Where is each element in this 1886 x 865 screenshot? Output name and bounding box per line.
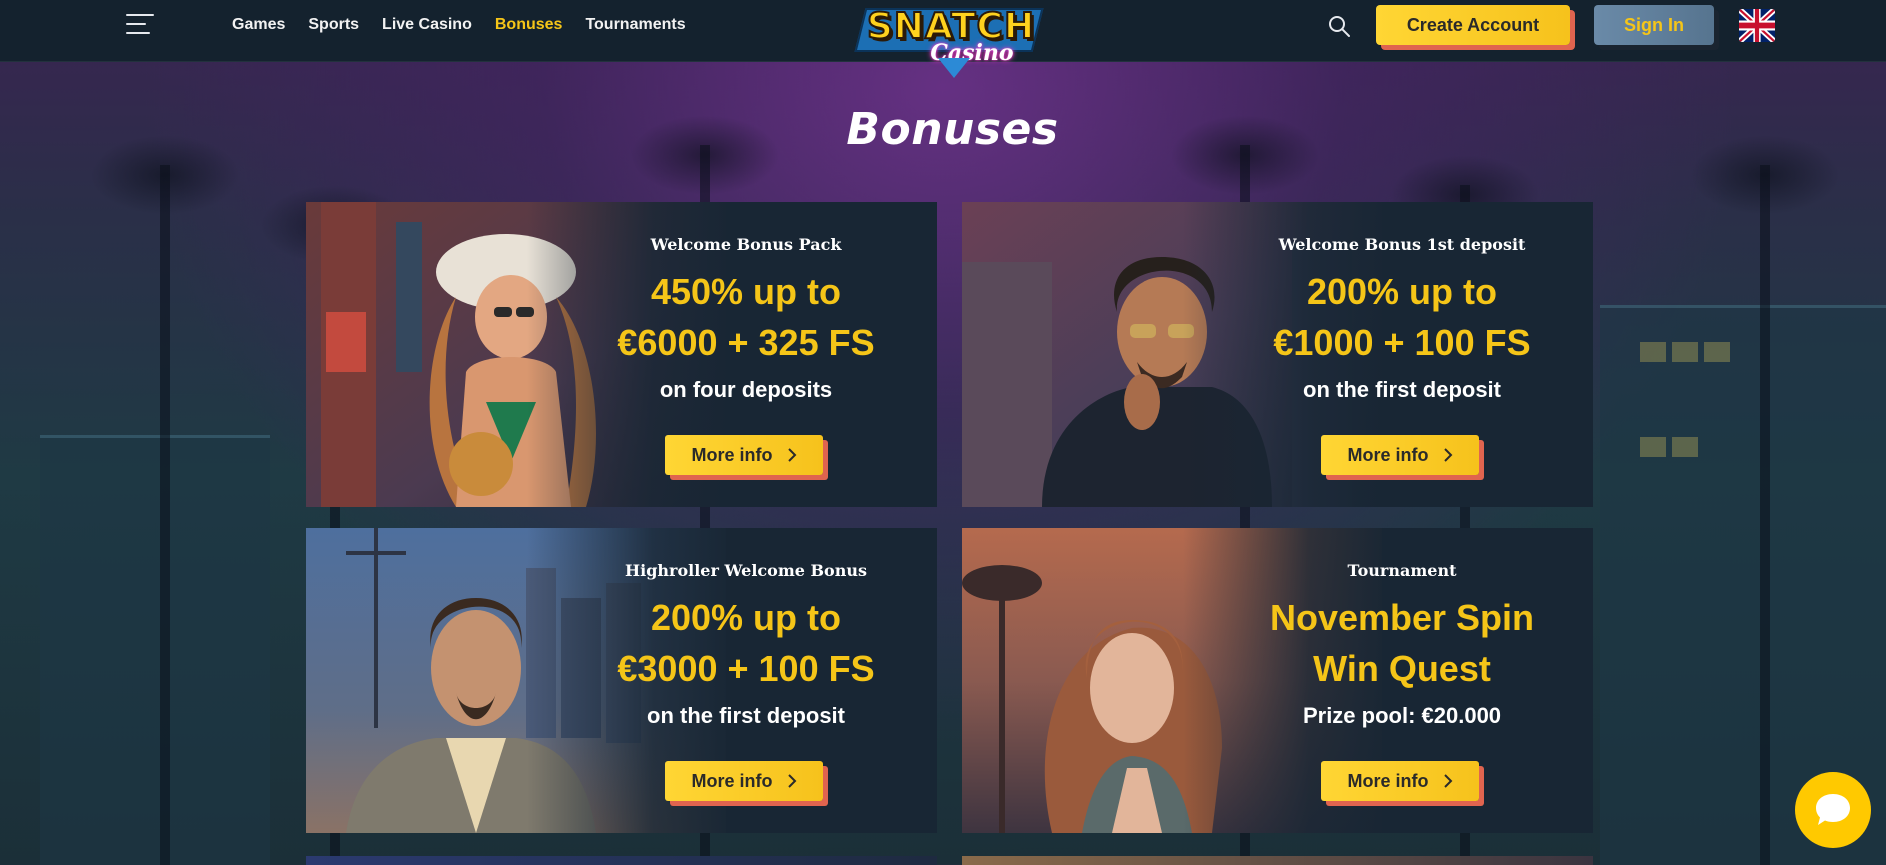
uk-flag-icon[interactable]: [1739, 9, 1775, 42]
card-headline: 200% up to €3000 + 100 FS: [617, 597, 875, 689]
logo-subtitle: Casino: [930, 40, 1014, 66]
more-info-button[interactable]: More info: [1321, 435, 1479, 475]
page-title: Bonuses: [846, 104, 1059, 155]
site-logo[interactable]: SNATCH Casino: [852, 0, 1048, 86]
background-scenery: [0, 62, 1886, 865]
nav-item-live-casino[interactable]: Live Casino: [382, 16, 472, 34]
sign-in-button[interactable]: Sign In: [1594, 5, 1714, 45]
card-headline: 200% up to €1000 + 100 FS: [1273, 271, 1531, 363]
card-headline: 450% up to €6000 + 325 FS: [617, 271, 875, 363]
nav-item-games[interactable]: Games: [232, 16, 285, 34]
live-chat-button[interactable]: [1795, 772, 1871, 848]
main-nav: Games Sports Live Casino Bonuses Tournam…: [232, 0, 686, 50]
bonus-card-welcome-pack: Welcome Bonus Pack 450% up to €6000 + 32…: [306, 202, 937, 507]
card-label: Highroller Welcome Bonus: [625, 561, 867, 580]
search-icon[interactable]: [1327, 14, 1351, 38]
chevron-right-icon: [787, 448, 796, 462]
more-info-button[interactable]: More info: [1321, 761, 1479, 801]
chat-bubble-icon: [1816, 794, 1850, 825]
more-info-button[interactable]: More info: [665, 761, 823, 801]
bonus-card-partial: [962, 856, 1593, 865]
chevron-right-icon: [1443, 448, 1452, 462]
bonus-card-first-deposit: Welcome Bonus 1st deposit 200% up to €10…: [962, 202, 1593, 507]
card-headline: November Spin Win Quest: [1269, 597, 1535, 689]
top-header: Games Sports Live Casino Bonuses Tournam…: [0, 0, 1886, 78]
bonus-card-highroller: Highroller Welcome Bonus 200% up to €300…: [306, 528, 937, 833]
hamburger-menu-icon[interactable]: [126, 14, 154, 36]
nav-item-tournaments[interactable]: Tournaments: [585, 16, 685, 34]
card-label: Welcome Bonus Pack: [650, 235, 842, 254]
more-info-button[interactable]: More info: [665, 435, 823, 475]
card-subtitle: on four deposits: [659, 377, 833, 402]
nav-item-sports[interactable]: Sports: [308, 16, 359, 34]
card-subtitle: Prize pool: €20.000: [1302, 703, 1502, 728]
chevron-right-icon: [1443, 774, 1452, 788]
chevron-right-icon: [787, 774, 796, 788]
card-label: Tournament: [1347, 561, 1457, 580]
card-subtitle: on the first deposit: [647, 703, 845, 728]
card-label: Welcome Bonus 1st deposit: [1278, 235, 1526, 254]
create-account-button[interactable]: Create Account: [1376, 5, 1570, 45]
nav-item-bonuses[interactable]: Bonuses: [495, 16, 563, 34]
card-subtitle: on the first deposit: [1303, 377, 1501, 402]
tournament-card-november-spin: Tournament November Spin Win Quest Prize…: [962, 528, 1593, 833]
bonus-card-partial: [306, 856, 937, 865]
